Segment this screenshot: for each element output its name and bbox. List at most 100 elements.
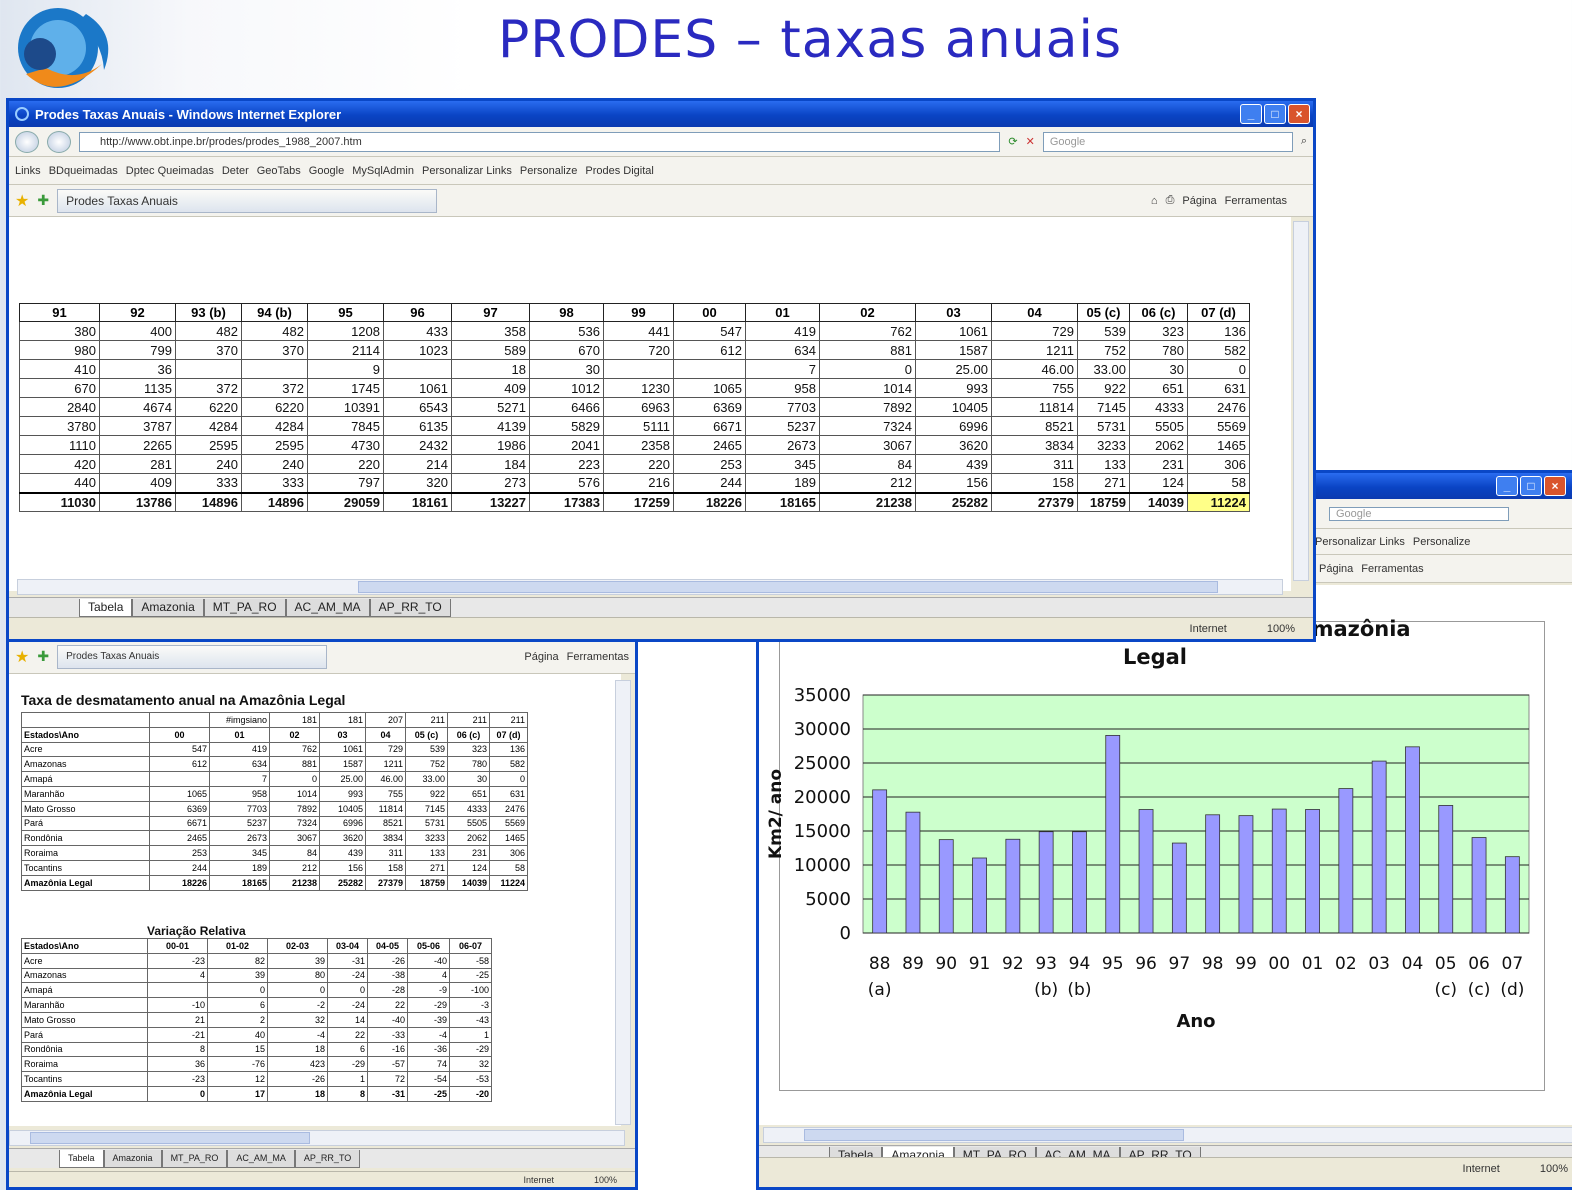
total-cell[interactable]: 18759 bbox=[1077, 491, 1130, 512]
table-cell[interactable]: 439 bbox=[915, 454, 992, 474]
table-cell[interactable]: 39 bbox=[267, 952, 328, 969]
table-cell[interactable]: 212 bbox=[819, 473, 916, 493]
table-cell[interactable]: 1061 bbox=[915, 321, 992, 341]
sheet-tab-tabela[interactable]: Tabela bbox=[79, 598, 133, 617]
tools-menu[interactable]: Ferramentas bbox=[1225, 195, 1307, 207]
table-cell[interactable]: 2062 bbox=[1129, 435, 1188, 455]
table-cell[interactable]: 10405 bbox=[319, 800, 366, 817]
table-cell[interactable]: 1014 bbox=[269, 785, 320, 802]
total-cell[interactable]: 27379 bbox=[365, 874, 406, 891]
table-cell[interactable]: 5237 bbox=[745, 416, 820, 436]
address-input[interactable]: http://www.obt.inpe.br/prodes/prodes_198… bbox=[79, 131, 1001, 152]
table-cell[interactable]: 133 bbox=[1077, 454, 1130, 474]
table-cell[interactable]: 8 bbox=[147, 1041, 208, 1058]
table-cell[interactable]: 780 bbox=[447, 756, 490, 773]
table-cell[interactable]: 21 bbox=[147, 1011, 208, 1028]
table-cell[interactable]: 25.00 bbox=[319, 771, 366, 787]
links-item[interactable]: MySqlAdmin bbox=[352, 165, 414, 177]
links-item[interactable]: Dptec Queimadas bbox=[126, 165, 214, 177]
table-cell[interactable]: 5505 bbox=[447, 815, 490, 832]
table-cell[interactable]: 1465 bbox=[489, 830, 528, 847]
table-cell[interactable]: 5237 bbox=[209, 815, 270, 832]
links-item[interactable]: BDqueimadas bbox=[49, 165, 118, 177]
table-cell[interactable]: 1135 bbox=[99, 378, 176, 398]
table-cell[interactable]: 1012 bbox=[529, 378, 604, 398]
table-cell[interactable]: Amapá bbox=[21, 771, 150, 787]
table-cell[interactable]: 440 bbox=[19, 473, 100, 493]
table-cell[interactable]: 2465 bbox=[673, 435, 746, 455]
table-cell[interactable]: -16 bbox=[367, 1041, 408, 1058]
table-cell[interactable]: 2595 bbox=[175, 435, 242, 455]
table-cell[interactable]: -38 bbox=[367, 967, 408, 984]
total-cell[interactable]: 18165 bbox=[745, 491, 820, 512]
table-cell[interactable]: 6466 bbox=[529, 397, 604, 417]
table-cell[interactable]: 631 bbox=[1187, 378, 1250, 398]
tools-menu[interactable]: Ferramentas bbox=[1361, 563, 1423, 575]
table-cell[interactable]: 333 bbox=[241, 473, 308, 493]
table-cell[interactable]: 5505 bbox=[1129, 416, 1188, 436]
table-cell[interactable]: -33 bbox=[367, 1026, 408, 1043]
table-cell[interactable] bbox=[147, 982, 208, 999]
table-cell[interactable]: 6671 bbox=[673, 416, 746, 436]
table-cell[interactable]: -43 bbox=[449, 1011, 492, 1028]
table-cell[interactable]: 30 bbox=[529, 359, 604, 379]
table-cell[interactable]: 216 bbox=[603, 473, 674, 493]
table-cell[interactable]: 547 bbox=[673, 321, 746, 341]
table-cell[interactable]: 273 bbox=[451, 473, 530, 493]
table-cell[interactable]: -23 bbox=[147, 952, 208, 969]
table-cell[interactable]: 3834 bbox=[991, 435, 1078, 455]
table-cell[interactable]: 271 bbox=[1077, 473, 1130, 493]
table-cell[interactable]: 9 bbox=[307, 359, 384, 379]
table-cell[interactable] bbox=[241, 359, 308, 379]
table-cell[interactable]: 2673 bbox=[745, 435, 820, 455]
total-cell[interactable]: 21238 bbox=[819, 491, 916, 512]
table-cell[interactable]: -26 bbox=[267, 1071, 328, 1087]
table-cell[interactable]: 345 bbox=[745, 454, 820, 474]
sheet-tab-mt-pa-ro[interactable]: MT_PA_RO bbox=[161, 1149, 228, 1168]
table-cell[interactable]: 881 bbox=[819, 340, 916, 360]
sheet-tab-tabela[interactable]: Tabela bbox=[59, 1149, 104, 1168]
table-cell[interactable]: 212 bbox=[269, 859, 320, 876]
table-cell[interactable]: 58 bbox=[1187, 473, 1250, 493]
links-item[interactable]: Google bbox=[309, 165, 344, 177]
table-cell[interactable]: 11814 bbox=[365, 800, 406, 817]
links-item[interactable]: Personalize bbox=[1413, 536, 1470, 548]
table-cell[interactable]: 755 bbox=[991, 378, 1078, 398]
table-cell[interactable]: 958 bbox=[745, 378, 820, 398]
page-menu[interactable]: Página bbox=[524, 651, 558, 663]
table-cell[interactable]: Mato Grosso bbox=[21, 1011, 148, 1028]
table-cell[interactable]: 189 bbox=[745, 473, 820, 493]
table-cell[interactable]: 0 bbox=[1187, 359, 1250, 379]
table-cell[interactable]: 6220 bbox=[175, 397, 242, 417]
table-cell[interactable]: 4333 bbox=[1129, 397, 1188, 417]
table-cell[interactable]: Amapá bbox=[21, 982, 148, 999]
table-cell[interactable]: 1 bbox=[327, 1071, 368, 1087]
total-cell[interactable]: 18759 bbox=[405, 874, 448, 891]
table-cell[interactable] bbox=[383, 359, 452, 379]
table-cell[interactable]: 7145 bbox=[1077, 397, 1130, 417]
table-cell[interactable]: 651 bbox=[1129, 378, 1188, 398]
table-cell[interactable]: 482 bbox=[241, 321, 308, 341]
table-cell[interactable]: 1023 bbox=[383, 340, 452, 360]
table-cell[interactable]: Rondônia bbox=[21, 1041, 148, 1058]
table-cell[interactable]: -100 bbox=[449, 982, 492, 999]
table-cell[interactable]: 7 bbox=[745, 359, 820, 379]
table-cell[interactable]: 84 bbox=[269, 845, 320, 861]
table-cell[interactable]: 380 bbox=[19, 321, 100, 341]
sheet-tab-amazonia[interactable]: Amazonia bbox=[103, 1149, 162, 1168]
table-cell[interactable]: 15 bbox=[207, 1041, 268, 1058]
table-cell[interactable]: 358 bbox=[451, 321, 530, 341]
table-cell[interactable]: 133 bbox=[405, 845, 448, 861]
table-cell[interactable]: 22 bbox=[367, 997, 408, 1013]
forward-button[interactable] bbox=[47, 130, 71, 153]
table-cell[interactable]: 612 bbox=[149, 756, 210, 773]
table-cell[interactable]: 993 bbox=[915, 378, 992, 398]
table-cell[interactable]: 58 bbox=[489, 859, 528, 876]
links-item[interactable]: Prodes Digital bbox=[585, 165, 653, 177]
close-button[interactable]: × bbox=[1288, 104, 1310, 124]
table-cell[interactable]: 30 bbox=[447, 771, 490, 787]
links-item[interactable]: Personalize bbox=[520, 165, 577, 177]
print-icon[interactable]: ⎙ bbox=[1166, 194, 1175, 207]
table-cell[interactable] bbox=[603, 359, 674, 379]
table-cell[interactable]: 4674 bbox=[99, 397, 176, 417]
